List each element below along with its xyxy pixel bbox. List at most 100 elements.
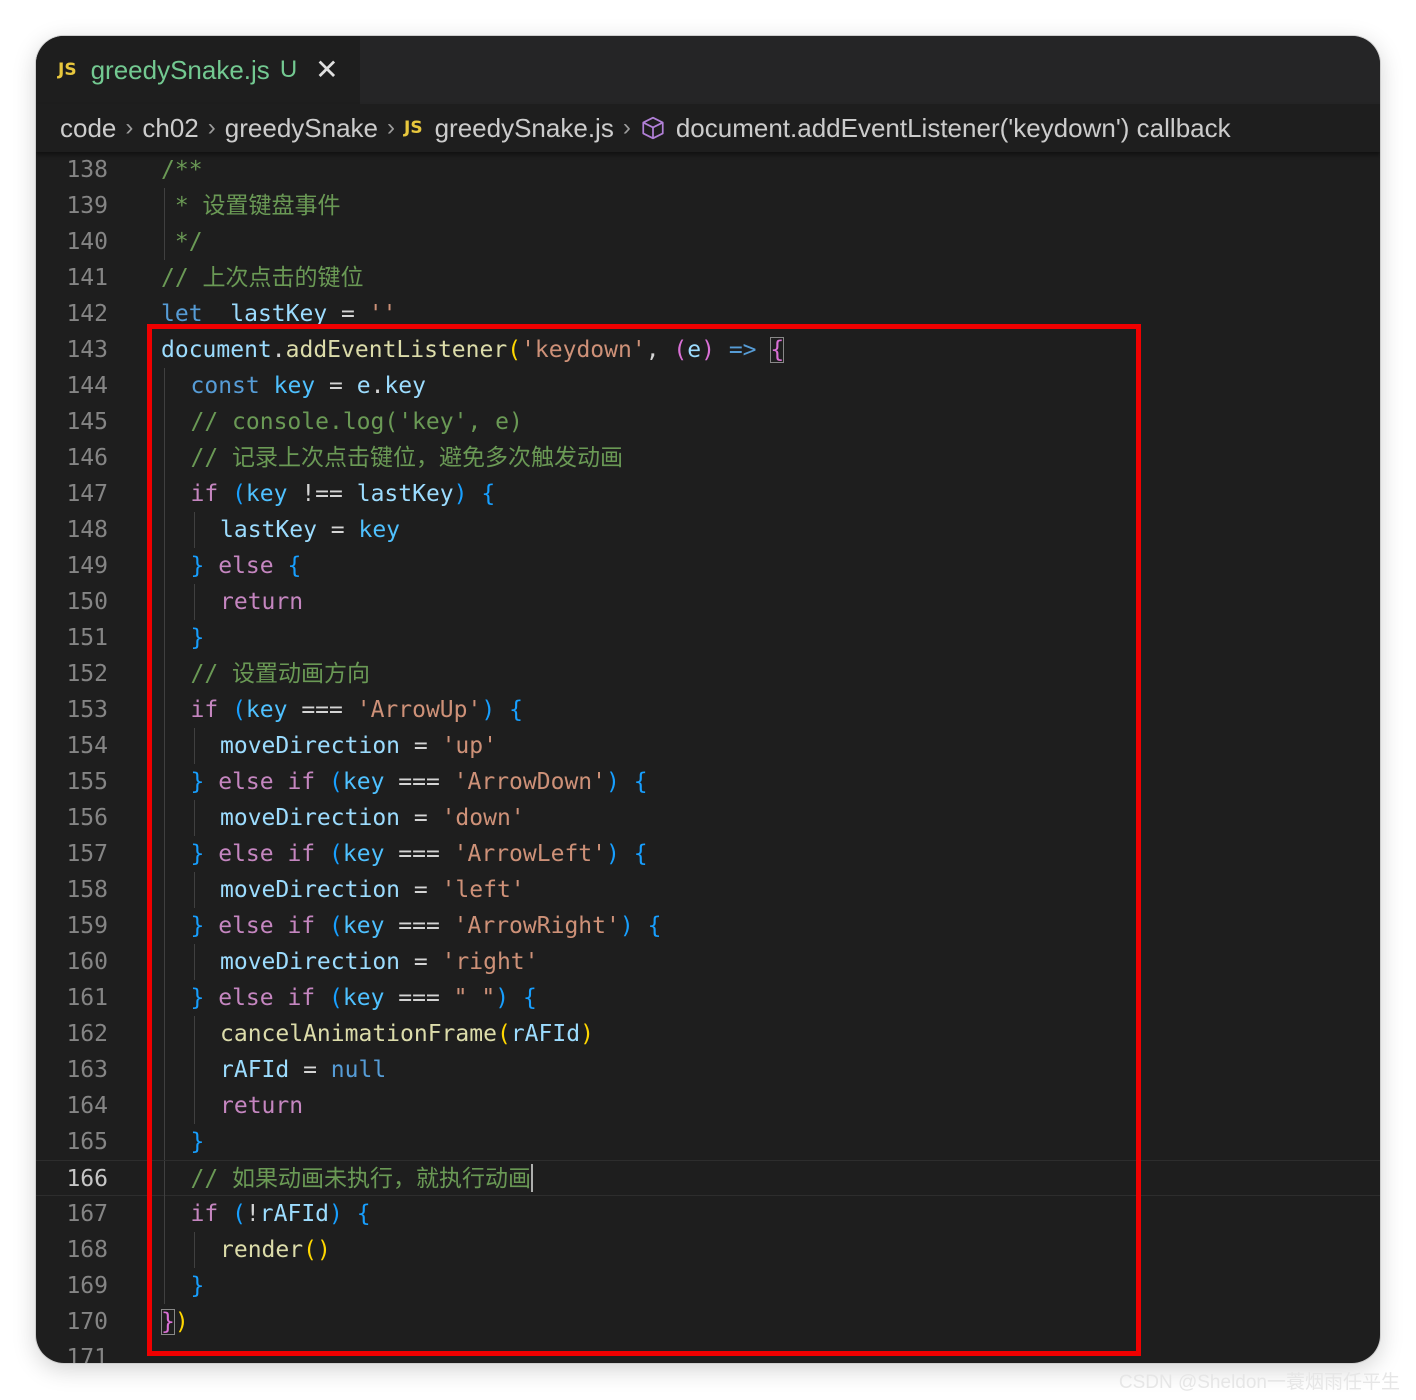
code-line[interactable]: 152 // 设置动画方向	[36, 656, 1380, 692]
breadcrumb-item-code[interactable]: code	[60, 113, 116, 144]
line-number: 148	[66, 517, 108, 543]
code-token: ===	[384, 985, 454, 1011]
close-icon[interactable]: ✕	[315, 56, 338, 84]
code-line[interactable]: 151}	[36, 620, 1380, 656]
code-text: rAFId = null	[220, 1052, 386, 1088]
code-token: {	[633, 769, 648, 795]
code-text: moveDirection = 'left'	[220, 872, 525, 908]
javascript-file-icon: JS	[58, 60, 77, 80]
breadcrumb-item-symbol[interactable]: document.addEventListener('keydown') cal…	[676, 113, 1231, 144]
code-line[interactable]: 153 if (key === 'ArrowUp') {	[36, 692, 1380, 728]
code-line[interactable]: 170})	[36, 1304, 1380, 1340]
code-token: {	[522, 985, 537, 1011]
indent-guide	[164, 836, 165, 872]
code-token: {	[356, 1201, 371, 1227]
code-text: }	[191, 1124, 205, 1160]
code-token: )	[453, 481, 468, 507]
code-text: // 上次点击的键位	[161, 260, 364, 296]
code-line[interactable]: 162 cancelAnimationFrame(rAFId)	[36, 1016, 1380, 1052]
code-line[interactable]: 148 lastKey = key	[36, 512, 1380, 548]
code-line[interactable]: 143 document.addEventListener('keydown', …	[36, 332, 1380, 368]
code-line[interactable]: 166 // 如果动画未执行，就执行动画	[36, 1160, 1380, 1197]
indent-guide	[164, 512, 165, 548]
code-editor[interactable]: 138/** 139 * 设置键盘事件 140 */141// 上次点击的键位 142…	[36, 152, 1380, 1363]
code-line[interactable]: 157 } else if (key === 'ArrowLeft') {	[36, 836, 1380, 872]
code-token: {	[287, 553, 302, 579]
code-text: if (!rAFId) {	[191, 1196, 371, 1232]
code-line[interactable]: 139 * 设置键盘事件	[36, 188, 1380, 224]
code-token: }	[190, 553, 205, 579]
code-token: =	[315, 373, 357, 399]
indent-guide	[164, 944, 165, 980]
code-line[interactable]: 164 return	[36, 1088, 1380, 1124]
line-number: 155	[66, 769, 108, 795]
line-number: 157	[66, 841, 108, 867]
code-line[interactable]: 171	[36, 1340, 1380, 1363]
indent-guide	[164, 548, 165, 584]
tab-greedysnake-js[interactable]: JS greedySnake.js U ✕	[36, 36, 360, 104]
code-line[interactable]: 169}	[36, 1268, 1380, 1304]
code-token: key	[384, 373, 426, 399]
indent-guide	[164, 476, 165, 512]
code-line[interactable]: 160 moveDirection = 'right'	[36, 944, 1380, 980]
code-token: key	[273, 373, 316, 399]
code-token: key	[342, 985, 385, 1011]
code-token: (	[329, 841, 343, 867]
code-text: } else if (key === " ") {	[191, 980, 537, 1016]
code-token: !	[245, 1201, 260, 1227]
code-text: // 如果动画未执行，就执行动画	[191, 1161, 534, 1197]
code-token: key	[358, 517, 401, 543]
code-text: // 记录上次点击键位，避免多次触发动画	[191, 440, 624, 476]
code-token: key	[245, 697, 288, 723]
breadcrumb-item-ch02[interactable]: ch02	[142, 113, 198, 144]
code-token: )	[580, 1021, 594, 1047]
code-line[interactable]: 145 // console.log('key', e)	[36, 404, 1380, 440]
indent-guide	[164, 728, 165, 764]
code-text: }	[191, 620, 205, 656]
code-line[interactable]: 155} else if (key === 'ArrowDown') {	[36, 764, 1380, 800]
code-token: 'keydown'	[521, 337, 646, 363]
code-line[interactable]: 147 if (key !== lastKey) {	[36, 476, 1380, 512]
code-token: =	[400, 877, 442, 903]
method-cube-icon	[640, 115, 666, 141]
code-line[interactable]: 163 rAFId = null	[36, 1052, 1380, 1088]
code-line[interactable]: 158 moveDirection = 'left'	[36, 872, 1380, 908]
code-line[interactable]: 144 const key = e.key	[36, 368, 1380, 404]
code-text: } else if (key === 'ArrowLeft') {	[191, 836, 648, 872]
line-number: 147	[66, 481, 108, 507]
code-line[interactable]: 161 } else if (key === " ") {	[36, 980, 1380, 1016]
code-token: (	[329, 985, 343, 1011]
code-line[interactable]: 159} else if (key === 'ArrowRight') {	[36, 908, 1380, 944]
code-token: key	[342, 841, 385, 867]
code-line[interactable]: 154 moveDirection = 'up'	[36, 728, 1380, 764]
line-number: 156	[66, 805, 108, 831]
code-token: if	[190, 697, 219, 723]
code-line[interactable]: 138 /**	[36, 152, 1380, 188]
code-line[interactable]: 141 // 上次点击的键位	[36, 260, 1380, 296]
line-number: 143	[66, 337, 108, 363]
chevron-right-icon: ›	[622, 114, 631, 141]
code-line[interactable]: 165}	[36, 1124, 1380, 1160]
breadcrumb-item-file[interactable]: greedySnake.js	[435, 113, 614, 144]
indent-guide	[164, 1268, 165, 1304]
code-line[interactable]: 150 return	[36, 584, 1380, 620]
code-line[interactable]: 142 let lastKey = ''	[36, 296, 1380, 332]
indent-guide	[193, 1016, 195, 1052]
code-line[interactable]: 149} else {	[36, 548, 1380, 584]
code-line[interactable]: 140 */	[36, 224, 1380, 260]
code-token: }	[190, 1273, 205, 1299]
indent-guide	[164, 1088, 165, 1124]
code-line[interactable]: 156 moveDirection = 'down'	[36, 800, 1380, 836]
line-number: 161	[66, 985, 108, 1011]
code-line[interactable]: 146 // 记录上次点击键位，避免多次触发动画	[36, 440, 1380, 476]
code-token: // 设置动画方向	[190, 661, 371, 687]
breadcrumb-item-greedysnake[interactable]: greedySnake	[225, 113, 378, 144]
code-line[interactable]: 168 render()	[36, 1232, 1380, 1268]
code-token: null	[330, 1057, 387, 1083]
code-text: let lastKey = ''	[161, 296, 396, 332]
code-line[interactable]: 167 if (!rAFId) {	[36, 1196, 1380, 1232]
code-token: ===	[384, 769, 454, 795]
